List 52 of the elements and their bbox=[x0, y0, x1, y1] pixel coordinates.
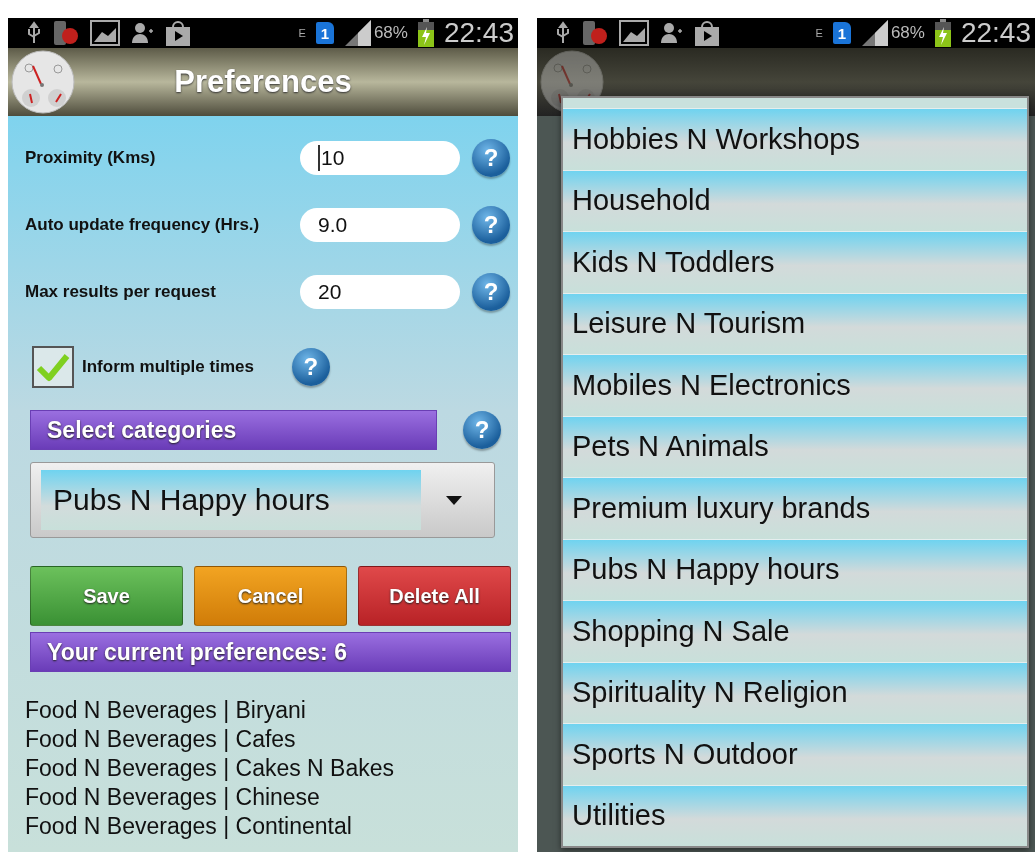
network-type: E bbox=[815, 28, 823, 38]
sim-icon: 1 bbox=[315, 22, 334, 44]
usb-icon bbox=[26, 21, 42, 45]
category-option[interactable]: Shopping N Sale bbox=[563, 600, 1027, 662]
battery-charging-icon bbox=[934, 19, 951, 47]
add-contact-icon bbox=[130, 21, 154, 45]
caret-icon bbox=[444, 494, 464, 506]
category-option[interactable]: Pubs N Happy hours bbox=[563, 538, 1027, 600]
image-icon bbox=[619, 20, 649, 46]
category-option[interactable]: Pets N Animals bbox=[563, 415, 1027, 477]
preference-item: Food N Beverages | Biryani bbox=[25, 696, 307, 725]
battery-percent: 68% bbox=[890, 23, 925, 43]
phone-icon bbox=[52, 20, 80, 46]
field-label: Auto update frequency (Hrs.) bbox=[25, 214, 260, 235]
checkbox-label: Inform multiple times bbox=[82, 357, 254, 377]
image-icon bbox=[90, 20, 120, 46]
category-option[interactable]: Sports N Outdoor bbox=[563, 723, 1027, 785]
battery-charging-icon bbox=[417, 19, 434, 47]
app-logo-icon bbox=[11, 50, 75, 114]
input-field[interactable]: 9.0 bbox=[300, 207, 460, 242]
section-header: Your current preferences: 6 bbox=[30, 632, 511, 672]
signal-icon bbox=[860, 20, 889, 46]
category-option[interactable]: Utilities bbox=[563, 784, 1027, 846]
field-label: Proximity (Kms) bbox=[25, 147, 156, 168]
category-option[interactable]: Leisure N Tourism bbox=[563, 292, 1027, 354]
add-contact-icon bbox=[659, 21, 683, 45]
battery-percent: 68% bbox=[373, 23, 408, 43]
category-option[interactable]: Mobiles N Electronics bbox=[563, 354, 1027, 416]
category-option[interactable]: Spirituality N Religion bbox=[563, 661, 1027, 723]
network-type: E bbox=[298, 28, 306, 38]
clock-time: 22:43 bbox=[443, 18, 514, 49]
category-option[interactable]: Kids N Toddlers bbox=[563, 231, 1027, 293]
usb-icon bbox=[555, 21, 571, 45]
section-header: Select categories bbox=[30, 410, 437, 450]
category-option[interactable]: Hobbies N Workshops bbox=[563, 108, 1027, 170]
category-option[interactable]: Premium luxury brands bbox=[563, 477, 1027, 539]
screen-title: Preferences bbox=[174, 64, 352, 100]
delete-all-button[interactable]: Delete All bbox=[358, 566, 511, 626]
checkbox[interactable] bbox=[32, 346, 74, 388]
signal-icon bbox=[343, 20, 372, 46]
clock-time: 22:43 bbox=[960, 18, 1031, 49]
preference-item: Food N Beverages | Chinese bbox=[25, 783, 321, 812]
field-label: Max results per request bbox=[25, 281, 216, 302]
preference-item: Food N Beverages | Continental bbox=[25, 812, 353, 841]
category-option[interactable]: Household bbox=[563, 169, 1027, 231]
sim-icon: 1 bbox=[832, 22, 851, 44]
input-field[interactable]: 10 bbox=[300, 140, 460, 175]
preference-item: Food N Beverages | Cakes N Bakes bbox=[25, 754, 396, 783]
input-field[interactable]: 20 bbox=[300, 274, 460, 309]
phone-icon bbox=[581, 20, 609, 46]
preference-item: Food N Beverages | Cafes bbox=[25, 725, 297, 754]
category-dropdown[interactable]: Pubs N Happy hours bbox=[30, 462, 495, 538]
